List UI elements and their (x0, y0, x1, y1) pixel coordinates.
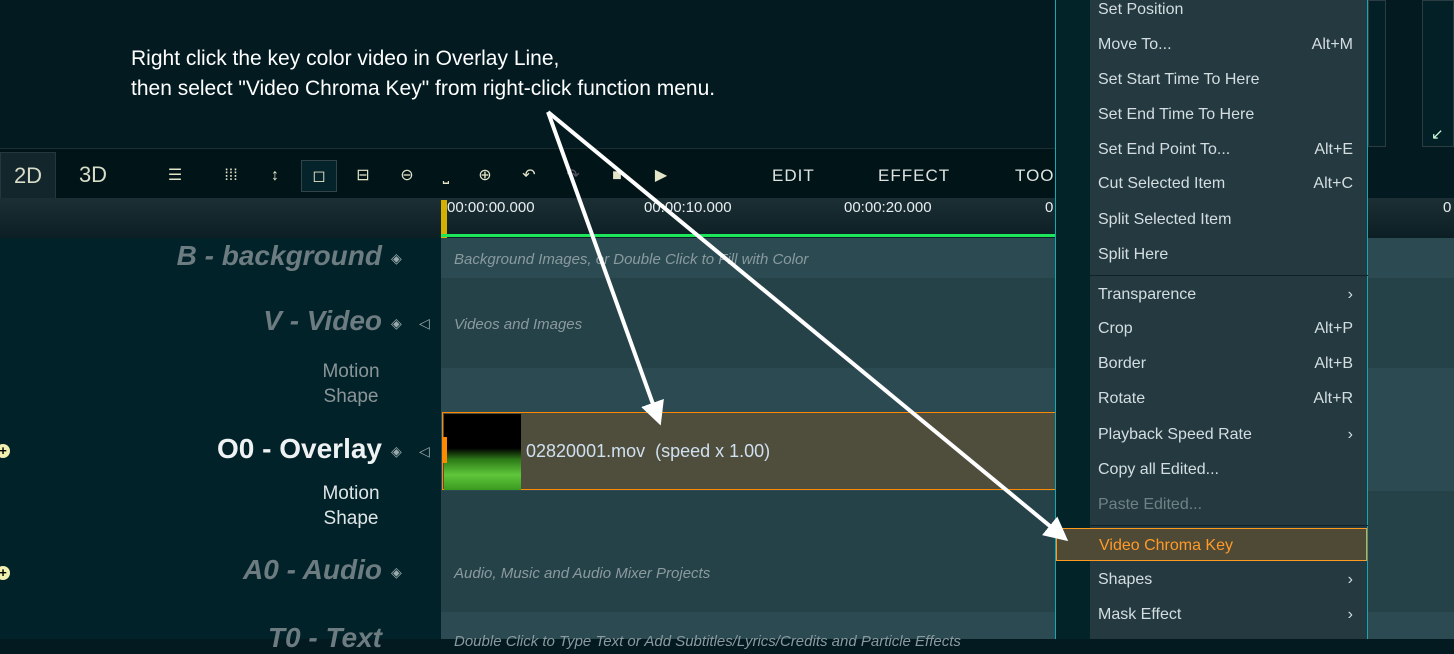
annotation-arrows (546, 110, 1069, 542)
